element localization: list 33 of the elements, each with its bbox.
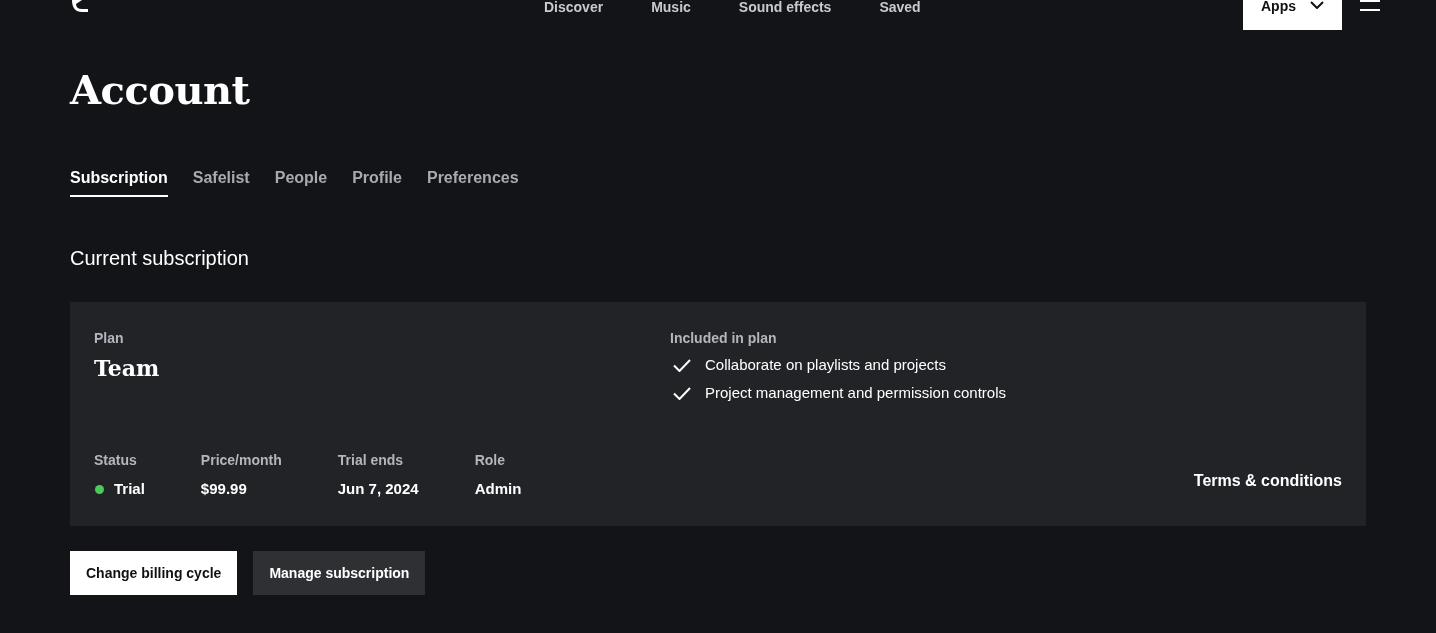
logo-icon[interactable] <box>70 0 90 14</box>
terms-link[interactable]: Terms & conditions <box>1193 471 1342 491</box>
tab[interactable]: People <box>274 168 328 197</box>
nav-link[interactable]: Saved <box>879 0 921 14</box>
tab[interactable]: Profile <box>352 168 402 197</box>
check-icon <box>673 386 691 400</box>
included-label: Included in plan <box>670 329 778 347</box>
section-title: Current subscription <box>70 246 250 270</box>
tab[interactable]: Subscription <box>70 168 168 197</box>
tab[interactable]: Safelist <box>192 168 250 197</box>
check-icon <box>673 358 691 372</box>
nav-link[interactable]: Sound effects <box>738 0 832 14</box>
plan-name: Team <box>94 354 161 382</box>
nav-link[interactable]: Discover <box>544 0 604 14</box>
manage-subscription-button[interactable]: Manage subscription <box>253 551 426 595</box>
apps-button[interactable]: Apps <box>1243 0 1342 30</box>
tab[interactable]: Preferences <box>426 168 519 197</box>
plan-label: Plan <box>94 329 125 347</box>
detail-value: $99.99 <box>200 479 248 499</box>
detail-label: Price/month <box>200 451 282 469</box>
chevron-down-icon <box>1310 1 1324 9</box>
page-title: Account <box>70 66 251 114</box>
change-billing-button[interactable]: Change billing cycle <box>70 551 238 595</box>
status-value: Trial <box>114 479 145 499</box>
detail-label: Trial ends <box>337 451 405 469</box>
detail-label: Status <box>94 451 138 469</box>
feature-text: Project management and permission controls <box>705 383 1006 403</box>
nav-link[interactable]: Music <box>651 0 691 14</box>
feature-text: Collaborate on playlists and projects <box>705 355 946 375</box>
detail-value: Admin <box>474 479 522 499</box>
detail-value: Jun 7, 2024 <box>337 479 419 499</box>
detail-label: Role <box>474 451 506 469</box>
menu-icon[interactable] <box>1360 0 1380 11</box>
